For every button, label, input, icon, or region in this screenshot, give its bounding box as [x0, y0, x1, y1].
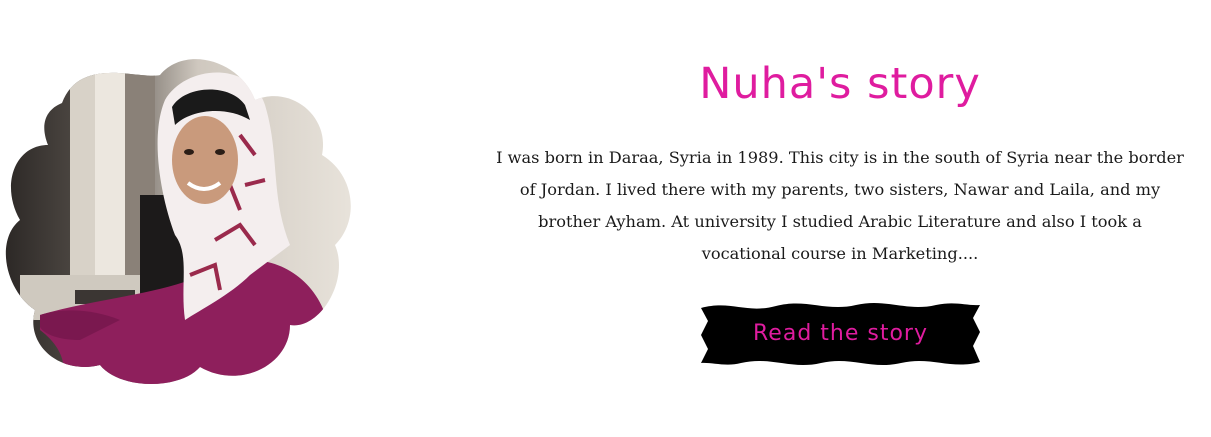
- story-title: Nuha's story: [699, 59, 981, 109]
- portrait-photo: [0, 45, 360, 390]
- story-content: Nuha's story I was born in Daraa, Syria …: [495, 52, 1185, 270]
- story-section: Nuha's story I was born in Daraa, Syria …: [0, 0, 1211, 437]
- read-the-story-label: Read the story: [753, 321, 928, 346]
- read-the-story-button[interactable]: Read the story: [701, 302, 980, 366]
- story-excerpt: I was born in Daraa, Syria in 1989. This…: [496, 148, 1184, 263]
